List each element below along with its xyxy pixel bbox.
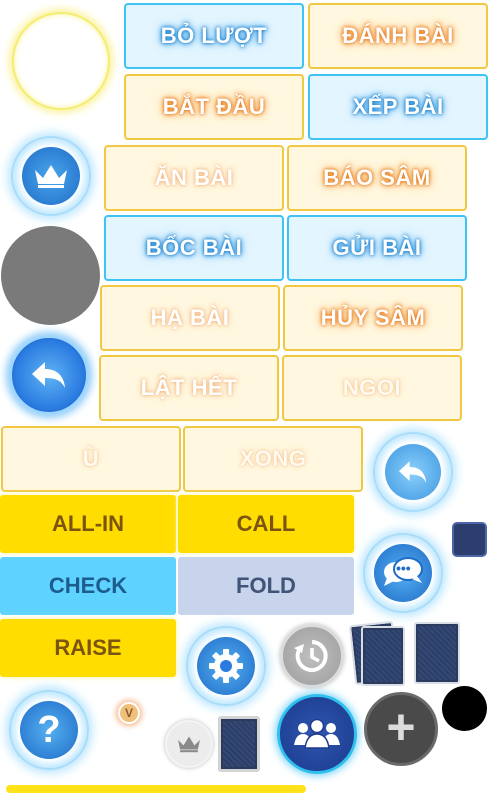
gear-icon xyxy=(209,649,243,683)
send-card-button[interactable]: GỬI BÀI xyxy=(287,215,467,281)
chat-icon-bg: ••• xyxy=(374,544,432,602)
small-crown-button[interactable] xyxy=(165,720,213,768)
friends-button[interactable] xyxy=(277,694,357,774)
crown-icon-bg xyxy=(22,147,80,205)
cancel-sam-button[interactable]: HỦY SÂM xyxy=(283,285,463,351)
back-button[interactable] xyxy=(9,335,89,415)
start-button[interactable]: BẮT ĐẦU xyxy=(124,74,304,140)
undo-button[interactable] xyxy=(373,432,453,512)
black-circle xyxy=(442,686,487,731)
add-button[interactable]: + xyxy=(364,692,438,766)
chat-button[interactable]: ••• xyxy=(363,533,443,613)
vip-badge-letter: V xyxy=(124,706,133,720)
declare-sam-button[interactable]: BÁO SÂM xyxy=(287,145,467,211)
lay-down-button[interactable]: HẠ BÀI xyxy=(100,285,280,351)
avatar-frame xyxy=(12,12,110,110)
card-back xyxy=(414,622,460,684)
progress-bar xyxy=(6,785,306,793)
vip-badge: V xyxy=(118,702,140,724)
help-icon-bg: ? xyxy=(20,701,78,759)
raise-button[interactable]: RAISE xyxy=(0,619,176,677)
single-card-back xyxy=(218,716,260,772)
chat-dots: ••• xyxy=(396,560,411,576)
card-back-stack-front xyxy=(361,626,405,686)
call-button[interactable]: CALL xyxy=(178,495,354,553)
win-u-button[interactable]: Ù xyxy=(1,426,181,492)
plus-icon: + xyxy=(386,699,416,755)
history-button[interactable] xyxy=(280,624,344,688)
crown-button[interactable] xyxy=(11,136,91,216)
history-clock-icon xyxy=(294,640,328,672)
check-button[interactable]: CHECK xyxy=(0,557,176,615)
crown-icon xyxy=(35,165,67,188)
question-mark-icon: ? xyxy=(37,708,61,751)
settings-icon-bg xyxy=(197,637,255,695)
all-in-button[interactable]: ALL-IN xyxy=(0,495,176,553)
undo-icon-bg xyxy=(385,444,441,500)
undo-arrow-icon xyxy=(399,461,427,483)
help-button[interactable]: ? xyxy=(9,690,89,770)
settings-button[interactable] xyxy=(186,626,266,706)
small-card-chip xyxy=(452,522,487,557)
crown-grey-icon xyxy=(178,736,200,753)
group-people-icon xyxy=(294,718,340,749)
draw-card-button[interactable]: BỐC BÀI xyxy=(104,215,284,281)
back-arrow-icon xyxy=(32,362,65,388)
done-button[interactable]: XONG xyxy=(183,426,363,492)
reveal-all-button[interactable]: LẬT HẾT xyxy=(99,355,279,421)
pass-turn-button[interactable]: BỎ LƯỢT xyxy=(124,3,304,69)
ngoi-button[interactable]: NGOI xyxy=(282,355,462,421)
take-card-button[interactable]: ĂN BÀI xyxy=(104,145,284,211)
sort-cards-button[interactable]: XẾP BÀI xyxy=(308,74,488,140)
fold-button[interactable]: FOLD xyxy=(178,557,354,615)
grey-circle-placeholder xyxy=(1,226,100,325)
play-cards-button[interactable]: ĐÁNH BÀI xyxy=(308,3,488,69)
